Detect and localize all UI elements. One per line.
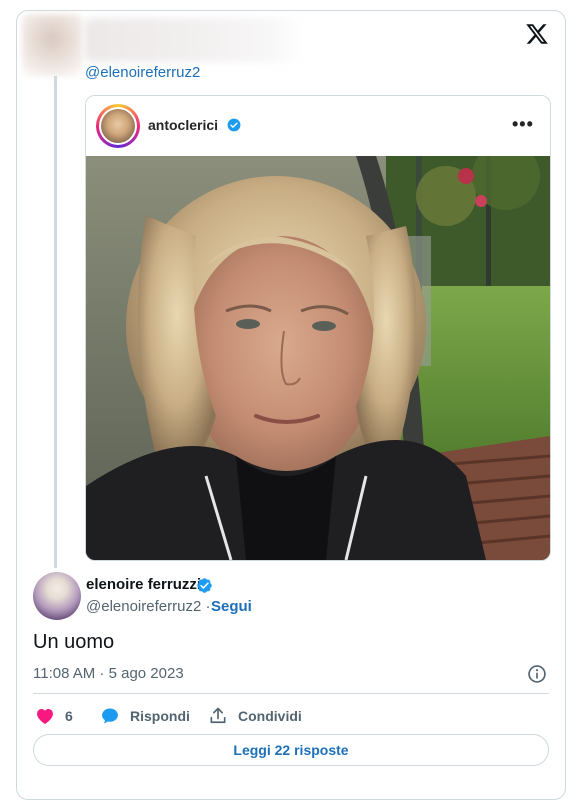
author-handle[interactable]: @elenoireferruz2 ·: [86, 598, 210, 615]
tweet-timestamp[interactable]: 11:08 AM · 5 ago 2023: [33, 665, 184, 682]
follow-button[interactable]: Segui: [211, 598, 252, 615]
share-icon: [210, 707, 226, 724]
more-icon[interactable]: •••: [512, 114, 534, 135]
read-replies-button[interactable]: Leggi 22 risposte: [33, 734, 549, 766]
verified-badge-icon: [227, 118, 241, 132]
share-button[interactable]: Condividi: [208, 706, 302, 726]
info-icon[interactable]: [527, 664, 547, 684]
instagram-embed[interactable]: antoclerici •••: [85, 95, 551, 561]
instagram-avatar[interactable]: [96, 104, 140, 148]
blurred-avatar: [22, 14, 82, 76]
reply-bubble-icon: [102, 708, 118, 724]
like-count: 6: [65, 708, 73, 724]
selfie-photo: [86, 156, 550, 560]
instagram-username[interactable]: antoclerici: [148, 117, 218, 133]
share-label: Condividi: [238, 708, 302, 724]
instagram-header: antoclerici •••: [86, 96, 548, 156]
thread-line: [54, 76, 57, 568]
reply-to-handle[interactable]: @elenoireferruz2: [85, 64, 200, 81]
handle-separator: ·: [201, 598, 211, 615]
reply-button[interactable]: Rispondi: [100, 706, 190, 726]
x-logo-icon[interactable]: [525, 22, 549, 46]
blurred-username: [84, 18, 304, 62]
tweet-text: Un uomo: [33, 631, 115, 653]
author-avatar[interactable]: [33, 572, 81, 620]
reply-label: Rispondi: [130, 708, 190, 724]
heart-icon: [37, 709, 53, 724]
author-name[interactable]: elenoire ferruzzi: [86, 576, 201, 593]
author-handle-text: @elenoireferruz2: [86, 598, 202, 615]
verified-badge-icon: [197, 578, 212, 593]
divider: [33, 693, 549, 694]
like-button[interactable]: 6: [35, 706, 73, 726]
